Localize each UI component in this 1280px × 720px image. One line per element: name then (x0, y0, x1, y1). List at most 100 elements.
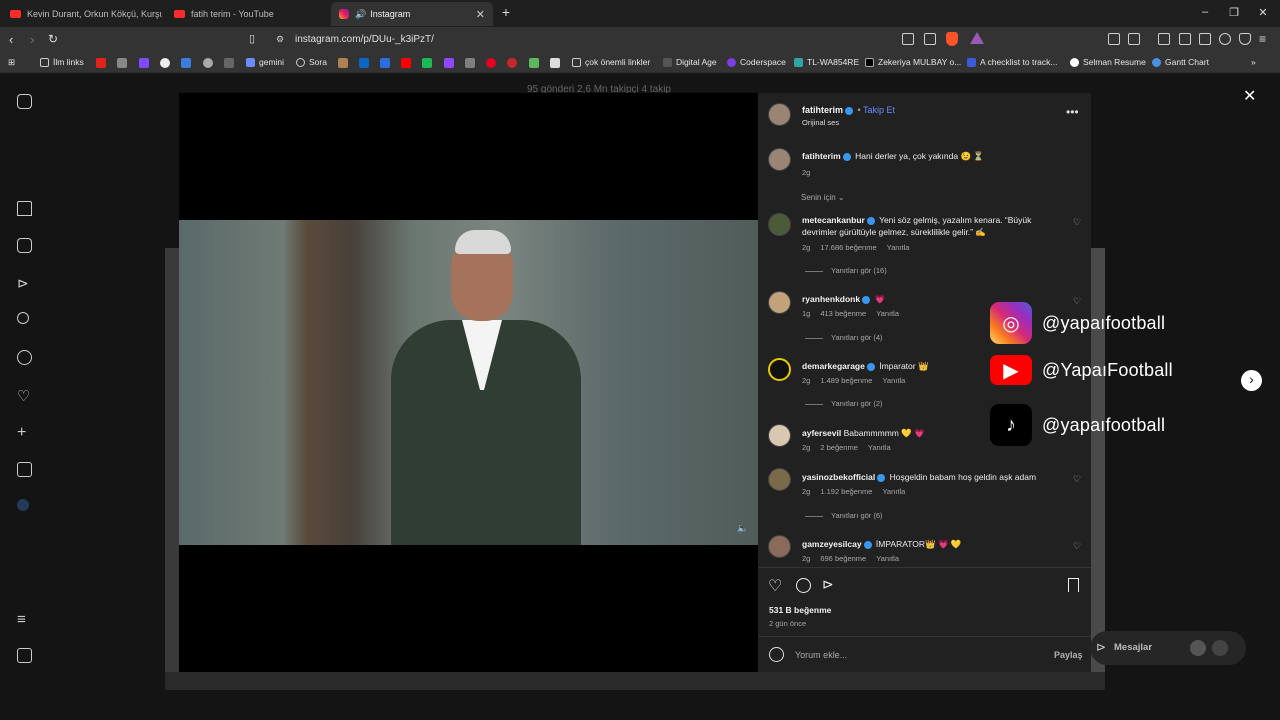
bookmark-coderspace[interactable]: Coderspace (727, 57, 786, 67)
wallet-icon[interactable] (1199, 33, 1211, 45)
reply-button[interactable]: Yanıtla (882, 487, 905, 496)
send-icon[interactable]: ⊳ (17, 275, 32, 291)
bookmark-ilm-links[interactable]: İlm links (40, 57, 84, 67)
comment-username[interactable]: ryanhenkdonk (802, 294, 860, 304)
like-comment-icon[interactable]: ♡ (1073, 217, 1081, 228)
avatar[interactable] (768, 213, 791, 236)
reply-button[interactable]: Yanıtla (876, 309, 899, 318)
share-icon[interactable] (924, 33, 936, 45)
bookmark-icon[interactable] (117, 58, 127, 68)
bookmark-icon[interactable] (380, 58, 390, 68)
tumblr-icon[interactable] (96, 58, 106, 68)
dashboard-icon[interactable] (17, 462, 32, 477)
audio-label[interactable]: Orijinal ses (802, 118, 839, 127)
tab-kevin-durant[interactable]: Kevin Durant, Orkun Kökçü, Kurşun D (2, 2, 162, 26)
openai-icon[interactable] (203, 58, 213, 68)
bookmark-icon[interactable] (550, 58, 560, 68)
minimize-button[interactable]: – (1197, 6, 1213, 18)
bookmark-icon[interactable]: ▯ (249, 32, 255, 45)
bookmark-sora[interactable]: Sora (296, 57, 327, 67)
like-icon[interactable]: ♡ (768, 576, 782, 596)
bookmark-zekeriya-mulbay[interactable]: Zekeriya MULBAY o... (865, 57, 961, 67)
extensions-icon[interactable] (1108, 33, 1120, 45)
more-bookmarks-icon[interactable]: » (1251, 57, 1256, 67)
profile-avatar[interactable] (17, 499, 29, 511)
also-from-meta-icon[interactable] (17, 648, 32, 663)
reply-button[interactable]: Yanıtla (882, 376, 905, 385)
address-bar[interactable]: ⚙ instagram.com/p/DUu-_k3iPzT/ (270, 30, 990, 50)
home-icon[interactable] (17, 201, 32, 216)
github-icon[interactable] (160, 58, 170, 68)
new-tab-button[interactable]: + (498, 4, 514, 20)
video-player[interactable]: 🔈 (179, 220, 758, 545)
bookmark-gantt-chart[interactable]: Gantt Chart (1152, 57, 1209, 67)
notifications-heart-icon[interactable]: ♡ (17, 387, 32, 405)
brave-rewards-icon[interactable] (970, 32, 984, 44)
post-comment-button[interactable]: Paylaş (1054, 650, 1083, 660)
avatar[interactable] (768, 103, 791, 126)
sort-dropdown[interactable]: Senin için ⌄ (801, 193, 845, 202)
menu-icon[interactable]: ≡ (1259, 32, 1266, 46)
author-username[interactable]: fatihterim (802, 105, 843, 115)
view-replies-button[interactable]: Yanıtları gör (6) (805, 511, 883, 520)
close-tab-icon[interactable]: ✕ (476, 8, 485, 21)
tab-search-icon[interactable] (1128, 33, 1140, 45)
vpn-icon[interactable] (1239, 33, 1251, 45)
avatar[interactable] (768, 535, 791, 558)
comment-username[interactable]: yasinozbekofficial (802, 472, 875, 482)
comment-username[interactable]: ayfersevil (802, 428, 841, 438)
forward-button[interactable]: › (30, 32, 34, 47)
likes-count[interactable]: 531 B beğenme (769, 605, 831, 615)
comment-username[interactable]: gamzeyesilcay (802, 539, 862, 549)
bookmark-icon[interactable] (338, 58, 348, 68)
tab-fatih-terim[interactable]: fatih terim - YouTube (166, 2, 328, 26)
avatar[interactable] (768, 291, 791, 314)
like-comment-icon[interactable]: ♡ (1073, 474, 1081, 485)
bookmark-icon[interactable] (181, 58, 191, 68)
next-post-button[interactable]: › (1241, 370, 1262, 391)
avatar[interactable] (768, 358, 791, 381)
tab-instagram[interactable]: 🔊 Instagram ✕ (331, 2, 493, 26)
view-replies-button[interactable]: Yanıtları gör (2) (805, 399, 883, 408)
media-icon[interactable] (1158, 33, 1170, 45)
youtube-icon[interactable] (401, 58, 411, 68)
bookmark-tl-wa854re[interactable]: TL-WA854RE (794, 57, 859, 67)
reload-button[interactable]: ↻ (48, 32, 58, 46)
bookmark-selman-resume[interactable]: Selman Resume (1070, 57, 1146, 67)
avatar[interactable] (768, 468, 791, 491)
screenshot-icon[interactable] (902, 33, 914, 45)
apps-icon[interactable]: ⊞ (8, 57, 15, 68)
twitch-icon[interactable] (444, 58, 454, 68)
bookmark-digital-age[interactable]: Digital Age (663, 57, 717, 67)
linkedin-icon[interactable] (359, 58, 369, 68)
bookmark-gemini[interactable]: gemini (246, 57, 284, 67)
like-comment-icon[interactable]: ♡ (1073, 541, 1081, 552)
maximize-button[interactable]: ❐ (1226, 6, 1242, 19)
site-info-icon[interactable]: ⚙ (276, 34, 284, 45)
view-replies-button[interactable]: Yanıtları gör (4) (805, 333, 883, 342)
reels-icon[interactable] (17, 238, 32, 253)
comment-username[interactable]: metecankanbur (802, 215, 865, 225)
kick-icon[interactable] (422, 58, 432, 68)
explore-icon[interactable] (17, 350, 32, 365)
messages-button[interactable]: ⊳ Mesajlar (1090, 631, 1246, 665)
close-modal-icon[interactable]: ✕ (1243, 86, 1256, 106)
avatar[interactable] (768, 148, 791, 171)
comment-input[interactable]: Yorum ekle... (795, 650, 847, 660)
bookmark-icon[interactable] (529, 58, 539, 68)
create-icon[interactable]: + (17, 424, 32, 441)
sidebar-toggle-icon[interactable] (1179, 33, 1191, 45)
volume-icon[interactable]: 🔈 (737, 523, 748, 534)
more-menu-icon[interactable]: ≡ (17, 611, 32, 628)
reply-button[interactable]: Yanıtla (868, 443, 891, 452)
more-options-icon[interactable]: ••• (1066, 105, 1079, 119)
view-replies-button[interactable]: Yanıtları gör (16) (805, 266, 887, 275)
bookmark-cok-onemli-linkler[interactable]: çok önemli linkler (572, 57, 650, 67)
share-icon[interactable]: ⊳ (822, 576, 834, 593)
reply-button[interactable]: Yanıtla (887, 243, 910, 252)
follow-button[interactable]: Takip Et (863, 105, 895, 115)
post-media[interactable]: 🔈 (179, 93, 758, 672)
caption-username[interactable]: fatihterim (802, 151, 841, 161)
bookmark-icon[interactable] (465, 58, 475, 68)
bookmark-icon[interactable] (139, 58, 149, 68)
